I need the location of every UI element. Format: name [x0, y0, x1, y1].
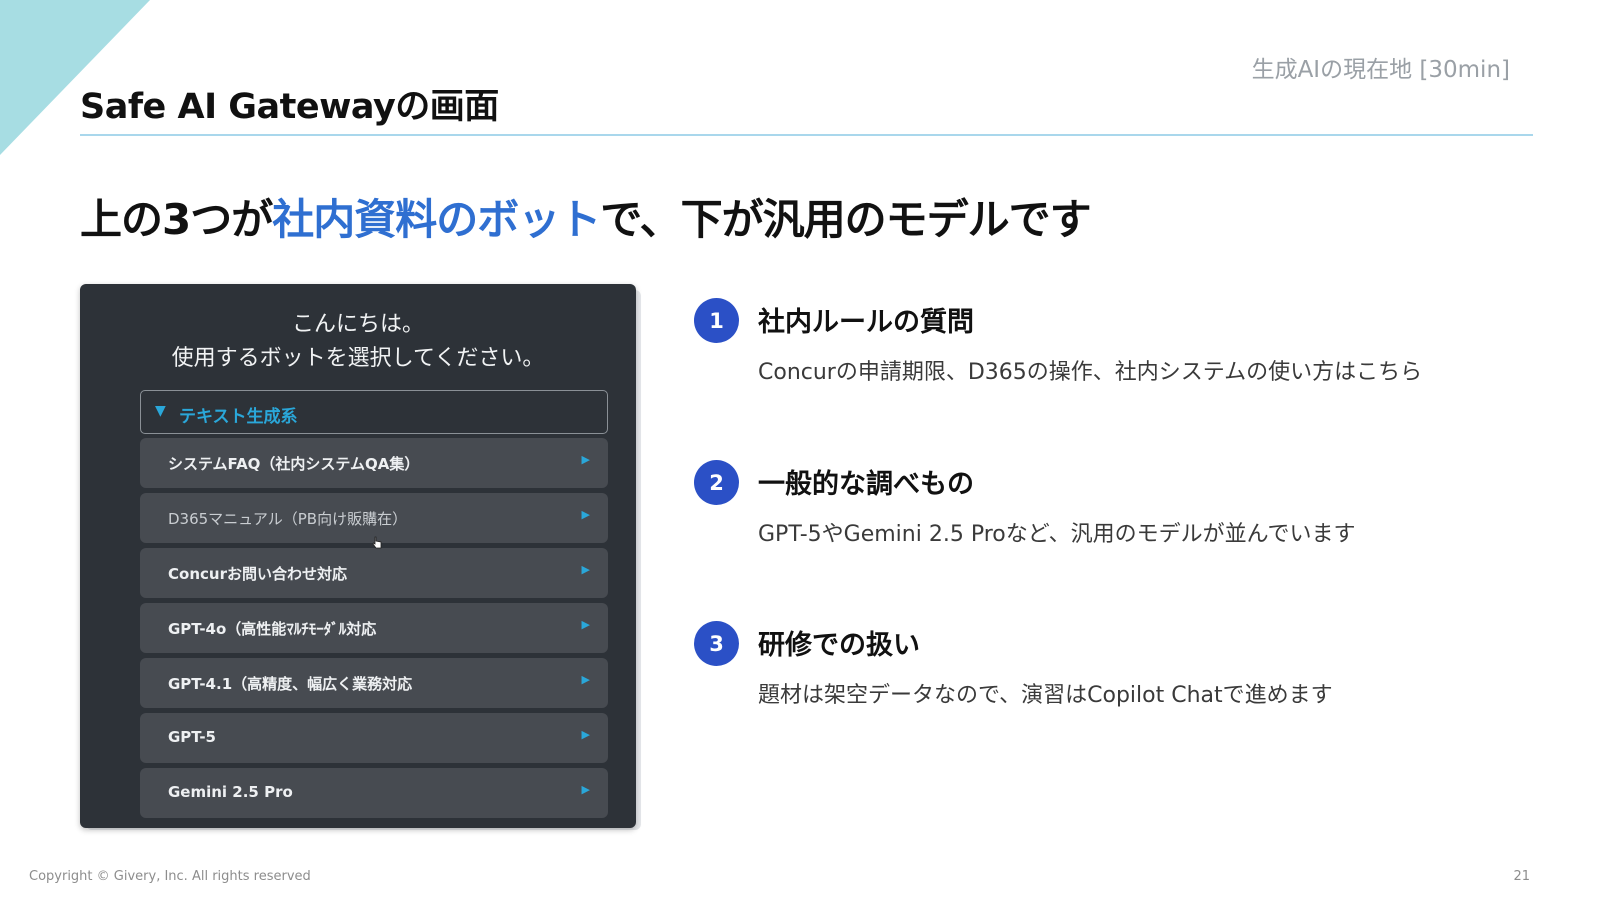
- triangle-right-icon: ▶: [581, 563, 590, 576]
- bot-item-gpt-5[interactable]: GPT-5 ▶: [140, 713, 608, 763]
- title-divider: [80, 134, 1533, 136]
- copyright: Copyright © Givery, Inc. All rights rese…: [29, 869, 311, 884]
- triangle-right-icon: ▶: [581, 618, 590, 631]
- point-title: 一般的な調べもの: [758, 469, 974, 500]
- triangle-right-icon: ▶: [581, 783, 590, 796]
- bot-item-label: Concurお問い合わせ対応: [168, 565, 347, 583]
- greeting-line-2: 使用するボットを選択してください。: [171, 346, 545, 371]
- page-number: 21: [1513, 869, 1530, 884]
- headline-highlight: 社内資料のボット: [272, 195, 601, 244]
- category-toggle[interactable]: ▼ テキスト生成系: [140, 390, 608, 434]
- bot-item-label: Gemini 2.5 Pro: [168, 783, 293, 801]
- bot-item-gpt-4o[interactable]: GPT-4o（高性能ﾏﾙﾁﾓｰﾀﾞﾙ対応 ▶: [140, 603, 608, 653]
- category-label: テキスト生成系: [179, 407, 298, 427]
- triangle-right-icon: ▶: [581, 673, 590, 686]
- headline-pre: 上の3つが: [80, 195, 273, 244]
- number-badge: 3: [694, 621, 739, 666]
- bot-item-label: GPT-4.1（高精度、幅広く業務対応: [168, 675, 413, 693]
- bot-item-gemini-2-5-pro[interactable]: Gemini 2.5 Pro ▶: [140, 768, 608, 818]
- number-badge: 2: [694, 460, 739, 505]
- headline: 上の3つが社内資料のボットで、下が汎用のモデルです: [80, 186, 1092, 247]
- greeting-line-1: こんにちは。: [291, 312, 424, 337]
- triangle-right-icon: ▶: [581, 453, 590, 466]
- bot-item-label: GPT-4o（高性能ﾏﾙﾁﾓｰﾀﾞﾙ対応: [168, 620, 377, 638]
- section-label: 生成AIの現在地 [30min]: [1251, 57, 1510, 83]
- bot-item-label: GPT-5: [168, 728, 216, 746]
- bot-selection-screenshot: こんにちは。 使用するボットを選択してください。 ▼ テキスト生成系 システムF…: [80, 284, 636, 828]
- slide-title: Safe AI Gatewayの画面: [80, 87, 499, 127]
- triangle-right-icon: ▶: [581, 728, 590, 741]
- bot-item-label: システムFAQ（社内システムQA集）: [168, 455, 420, 473]
- bot-item-system-faq[interactable]: システムFAQ（社内システムQA集） ▶: [140, 438, 608, 488]
- point-title: 社内ルールの質問: [758, 307, 974, 338]
- point-description: GPT-5やGemini 2.5 Proなど、汎用のモデルが並んでいます: [758, 522, 1356, 547]
- number-badge: 1: [694, 298, 739, 343]
- triangle-down-icon: ▼: [155, 403, 166, 419]
- bot-item-label: D365マニュアル（PB向け販購在）: [168, 510, 408, 528]
- point-description: Concurの申請期限、D365の操作、社内システムの使い方はこちら: [758, 360, 1423, 385]
- triangle-right-icon: ▶: [581, 508, 590, 521]
- bot-item-gpt-4-1[interactable]: GPT-4.1（高精度、幅広く業務対応 ▶: [140, 658, 608, 708]
- hand-pointer-icon: [372, 536, 382, 549]
- bot-item-concur[interactable]: Concurお問い合わせ対応 ▶: [140, 548, 608, 598]
- point-title: 研修での扱い: [758, 630, 920, 661]
- point-description: 題材は架空データなので、演習はCopilot Chatで進めます: [758, 683, 1333, 708]
- headline-post: で、下が汎用のモデルです: [600, 195, 1091, 244]
